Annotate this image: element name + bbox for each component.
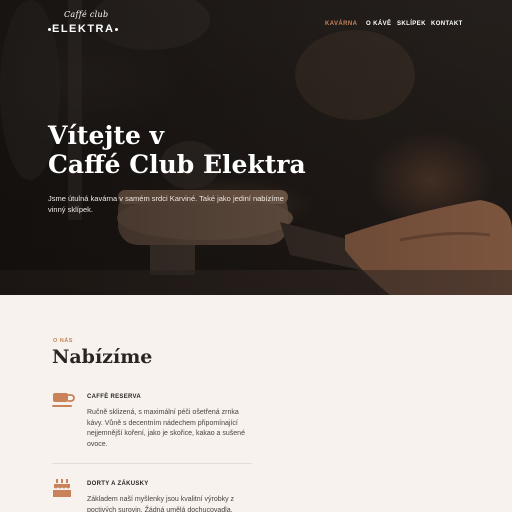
nav-item-o-kave[interactable]: O KÁVĚ <box>366 21 391 27</box>
offer-text: Ručně sklizená, s maximální péči ošetřen… <box>87 409 245 448</box>
hero-title: Vítejte v Caffé Club Elektra <box>48 121 306 179</box>
brand-logo[interactable]: Caffé club ELEKTRA <box>48 10 118 38</box>
hero-section: Caffé club ELEKTRA KAVÁRNA O KÁVĚ SKLÍPE… <box>0 0 512 295</box>
nav-item-kavarna[interactable]: KAVÁRNA <box>325 21 357 27</box>
offer-divider <box>52 463 252 464</box>
offer-item-dorty: DORTY A ZÁKUSKY Základem naší myšlenky j… <box>52 478 252 512</box>
hero-title-line2: Caffé Club Elektra <box>48 150 306 179</box>
offer-title: DORTY A ZÁKUSKY <box>87 481 149 487</box>
nav-item-sklipek[interactable]: SKLÍPEK <box>397 21 426 27</box>
brand-logo-word: ELEKTRA <box>52 23 115 35</box>
offer-title: CAFFÈ RESERVA <box>87 394 142 400</box>
offer-text: Základem naší myšlenky jsou kvalitní výr… <box>87 496 235 512</box>
coffee-cup-icon <box>52 393 75 407</box>
logo-dot-right <box>115 28 118 31</box>
logo-dot-left <box>48 28 51 31</box>
offer-item-caffe-reserva: CAFFÈ RESERVA Ručně sklizená, s maximáln… <box>52 391 252 456</box>
nav-item-kontakt[interactable]: KONTAKT <box>431 21 463 27</box>
cake-icon <box>53 479 71 497</box>
hero-title-line1: Vítejte v <box>48 121 165 150</box>
hero-text: Jsme útulná kavárna v samém srdci Karvin… <box>48 194 284 214</box>
section-kicker: O NÁS <box>53 338 73 344</box>
brand-logo-script: Caffé club <box>64 10 109 19</box>
section-title: Nabízíme <box>52 346 153 368</box>
